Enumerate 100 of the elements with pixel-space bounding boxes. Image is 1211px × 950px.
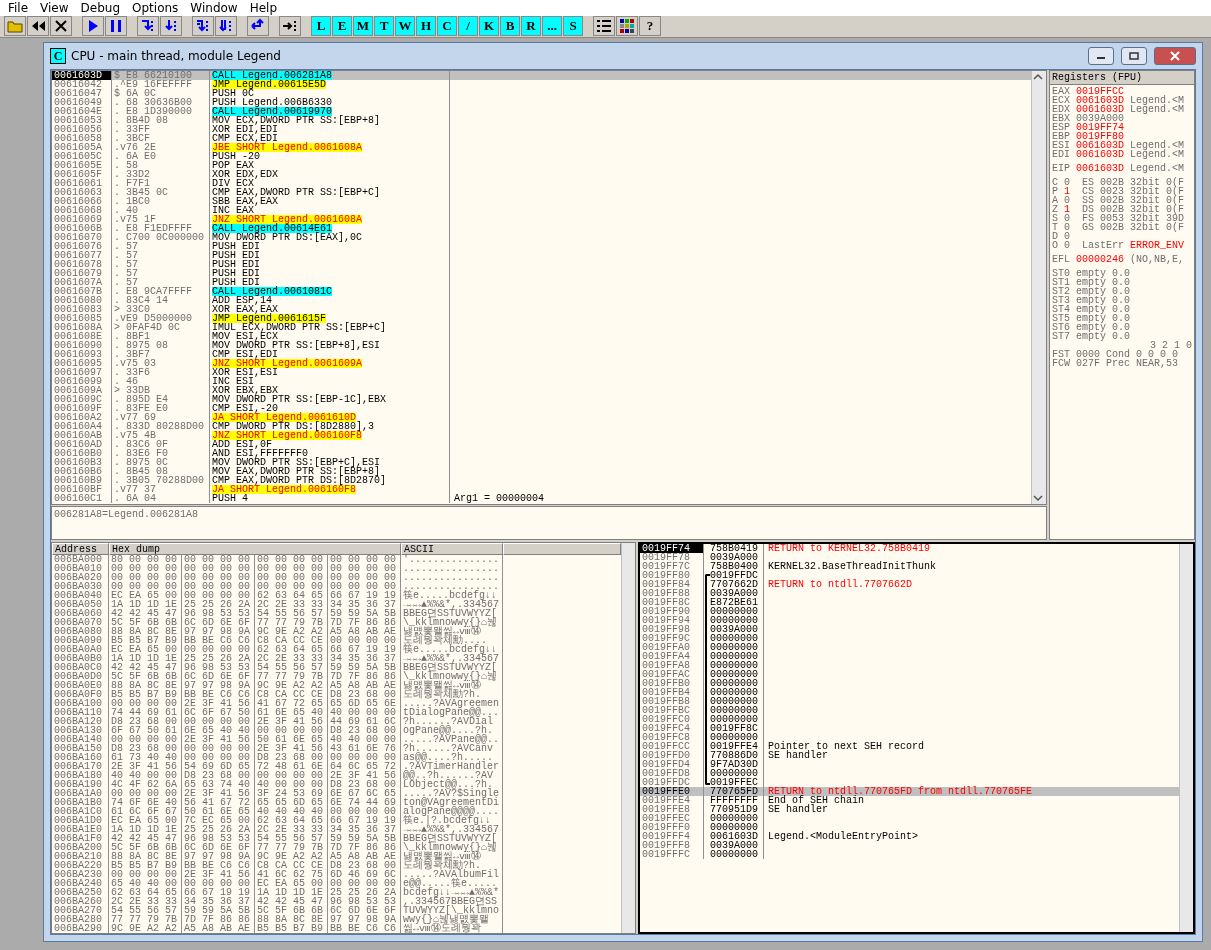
- flag-value[interactable]: 1: [1064, 205, 1071, 214]
- register-value[interactable]: 0019FF74: [1076, 123, 1125, 132]
- stack-row[interactable]: 0019FF78 0039A000: [640, 553, 1179, 562]
- stack-row[interactable]: 0019FF7C 758B0400 KERNEL32.BaseThreadInitThunk: [640, 562, 1179, 571]
- menu-item[interactable]: Window: [184, 0, 244, 15]
- rewind-button[interactable]: [27, 16, 49, 37]
- stack-row[interactable]: 0019FFD0 770886D0 SE handler: [640, 751, 1179, 760]
- disassembly-row[interactable]: 0061608E . 8BF1 MOV ESI,ECX: [52, 332, 1031, 341]
- disassembly-row[interactable]: 0061606B . E8 F1EDFFFF CALL Legend.00614E61: [52, 224, 1031, 233]
- disassembly-row[interactable]: 006160B6 . 8B45 08 MOV EAX,DWORD PTR SS:[EBP+8]: [52, 467, 1031, 476]
- disassembly-row[interactable]: 0061605C . 6A E0 PUSH -20: [52, 152, 1031, 161]
- stack-row[interactable]: 0019FF8C E872BE61: [640, 598, 1179, 607]
- stack-row[interactable]: 0019FFCC 0019FFE4 Pointer to next SEH record: [640, 742, 1179, 751]
- register-value[interactable]: 0039A000: [1076, 114, 1125, 123]
- disassembly-row[interactable]: 00616095 .v75 03 JNZ SHORT Legend.0061609A: [52, 359, 1031, 368]
- stack-row[interactable]: 0019FF90 00000000: [640, 607, 1179, 616]
- toolbar-button[interactable]: R: [521, 16, 541, 37]
- stack-row[interactable]: 0019FF80 0019FFDC: [640, 571, 1179, 580]
- stack-row[interactable]: 0019FFD8 00000000: [640, 769, 1179, 778]
- disassembly-row[interactable]: 0061605A .v76 2E JBE SHORT Legend.0061608A: [52, 143, 1031, 152]
- stack-row[interactable]: 0019FFC0 00000000: [640, 715, 1179, 724]
- disassembly-row[interactable]: 00616099 . 46 INC ESI: [52, 377, 1031, 386]
- disassembly-row[interactable]: 006160A2 .v77 69 JA SHORT Legend.0061610D: [52, 413, 1031, 422]
- menu-item[interactable]: File: [2, 0, 35, 15]
- stack-row[interactable]: 0019FFAC 00000000: [640, 670, 1179, 679]
- disassembly-row[interactable]: 00616042 .^E9 16FEFFFF JMP Legend.00615E5D: [52, 80, 1031, 89]
- stack-row[interactable]: 0019FFC8 00000000: [640, 733, 1179, 742]
- disassembly-row[interactable]: 006160BF .v77 37 JA SHORT Legend.006160F8: [52, 485, 1031, 494]
- menu-item[interactable]: Help: [243, 0, 284, 15]
- toolbar-button[interactable]: /: [458, 16, 478, 37]
- toolbar-button[interactable]: C: [437, 16, 457, 37]
- disassembly-row[interactable]: 00616053 . 8B4D 08 MOV ECX,DWORD PTR SS:[EBP+8]: [52, 116, 1031, 125]
- flag-value[interactable]: 0: [1064, 223, 1071, 232]
- flag-value[interactable]: 0: [1064, 196, 1071, 205]
- minimize-button[interactable]: [1088, 47, 1114, 65]
- disassembly-row[interactable]: 00616076 . 57 PUSH EDI: [52, 242, 1031, 251]
- disassembly-row[interactable]: 006160AB .v75 4B JNZ SHORT Legend.006160F8: [52, 431, 1031, 440]
- toolbar-button[interactable]: W: [395, 16, 415, 37]
- register-value[interactable]: 0061603D: [1076, 150, 1125, 159]
- flag-value[interactable]: 0: [1064, 241, 1071, 250]
- menu-item[interactable]: Debug: [74, 0, 127, 15]
- disassembly-row[interactable]: 00616063 . 3B45 0C CMP EAX,DWORD PTR SS:[EBP+C]: [52, 188, 1031, 197]
- help-button[interactable]: ?: [639, 16, 661, 37]
- stack-row[interactable]: 0019FFA8 00000000: [640, 661, 1179, 670]
- stack-row[interactable]: 0019FFF8 0039A000: [640, 841, 1179, 850]
- disassembly-row[interactable]: 00616070 . C700 0C000000 MOV DWORD PTR DS:[EAX],0C: [52, 233, 1031, 242]
- disassembly-row[interactable]: 00616066 . 1BC0 SBB EAX,EAX: [52, 197, 1031, 206]
- stack-row[interactable]: 0019FFF0 00000000: [640, 823, 1179, 832]
- disassembly-row[interactable]: 0061609C . 895D E4 MOV DWORD PTR SS:[EBP-1C],EBX: [52, 395, 1031, 404]
- trace-into-button[interactable]: [192, 16, 214, 37]
- register-value[interactable]: 0061603D: [1076, 164, 1125, 173]
- stack-row[interactable]: 0019FF74 758B0419 RETURN to KERNEL32.758B0419: [640, 544, 1179, 553]
- disassembly-row[interactable]: 0061605E . 58 POP EAX: [52, 161, 1031, 170]
- scrollbar[interactable]: [1031, 71, 1046, 504]
- stack-row[interactable]: 0019FF88 0039A000: [640, 589, 1179, 598]
- toolbar-button[interactable]: M: [353, 16, 373, 37]
- register-value[interactable]: 0019FF80: [1076, 132, 1125, 141]
- stack-row[interactable]: 0019FFB0 00000000: [640, 679, 1179, 688]
- toolbar-button[interactable]: B: [500, 16, 520, 37]
- flag-value[interactable]: 0: [1064, 214, 1071, 223]
- toolbar-button[interactable]: E: [332, 16, 352, 37]
- disassembly-row[interactable]: 0061609A > 33DB XOR EBX,EBX: [52, 386, 1031, 395]
- register-value[interactable]: 0061603D: [1076, 105, 1125, 114]
- column-header[interactable]: Address: [52, 543, 109, 555]
- disassembly-row[interactable]: 00616097 . 33F6 XOR ESI,ESI: [52, 368, 1031, 377]
- stack-row[interactable]: 0019FFFC 00000000: [640, 850, 1179, 859]
- stack-row[interactable]: 0019FFB4 00000000: [640, 688, 1179, 697]
- stack-row[interactable]: 0019FFC4 0019FF8C: [640, 724, 1179, 733]
- stack-row[interactable]: 0019FFD4 9F7AD30D: [640, 760, 1179, 769]
- arrow-to-lines-button[interactable]: [279, 16, 301, 37]
- disassembly-row[interactable]: 00616080 . 83C4 14 ADD ESP,14: [52, 296, 1031, 305]
- color-grid-button[interactable]: [616, 16, 638, 37]
- disassembly-row[interactable]: 0061603D $ E8 66210100 CALL Legend.006281A8: [52, 71, 1031, 80]
- disassembly-row[interactable]: 00616061 . F7F1 DIV ECX: [52, 179, 1031, 188]
- menu-item[interactable]: Options: [126, 0, 185, 15]
- disassembly-row[interactable]: 00616085 .vE9 D5000000 JMP Legend.0061615F: [52, 314, 1031, 323]
- toolbar-button[interactable]: H: [416, 16, 436, 37]
- stack-row[interactable]: 0019FFEC 00000000: [640, 814, 1179, 823]
- trace-over-button[interactable]: [215, 16, 237, 37]
- stack-row[interactable]: 0019FFA0 00000000: [640, 643, 1179, 652]
- disassembly-row[interactable]: 00616069 .v75 1F JNZ SHORT Legend.0061608A: [52, 215, 1031, 224]
- step-into-button[interactable]: [137, 16, 159, 37]
- close-button[interactable]: [50, 16, 72, 37]
- flag-value[interactable]: 0: [1064, 232, 1071, 241]
- disassembly-row[interactable]: 00616056 . 33FF XOR EDI,EDI: [52, 125, 1031, 134]
- menu-item[interactable]: View: [34, 0, 75, 15]
- stack-row[interactable]: 0019FF98 0039A000: [640, 625, 1179, 634]
- stack-row[interactable]: 0019FFE0 770765FD RETURN to ntdll.770765FD from ntdll.770765FE: [640, 787, 1179, 796]
- toolbar-button[interactable]: L: [311, 16, 331, 37]
- disassembly-row[interactable]: 006160B3 . 8975 0C MOV DWORD PTR SS:[EBP+C],ESI: [52, 458, 1031, 467]
- stack-row[interactable]: 0019FF9C 00000000: [640, 634, 1179, 643]
- disassembly-row[interactable]: 00616090 . 8975 08 MOV DWORD PTR SS:[EBP+8],ESI: [52, 341, 1031, 350]
- stack-row[interactable]: 0019FFBC 00000000: [640, 706, 1179, 715]
- stack-row[interactable]: 0019FFE4 FFFFFFFF End of SEH chain: [640, 796, 1179, 805]
- list-button[interactable]: [593, 16, 615, 37]
- disassembly-row[interactable]: 0061607B . E8 9CA7FFFF CALL Legend.0061081C: [52, 287, 1031, 296]
- disassembly-row[interactable]: 0061608A > 0FAF4D 0C IMUL ECX,DWORD PTR SS:[EBP+C]: [52, 323, 1031, 332]
- column-header[interactable]: ASCII: [401, 543, 503, 555]
- disassembly-row[interactable]: 00616078 . 57 PUSH EDI: [52, 260, 1031, 269]
- play-button[interactable]: [82, 16, 104, 37]
